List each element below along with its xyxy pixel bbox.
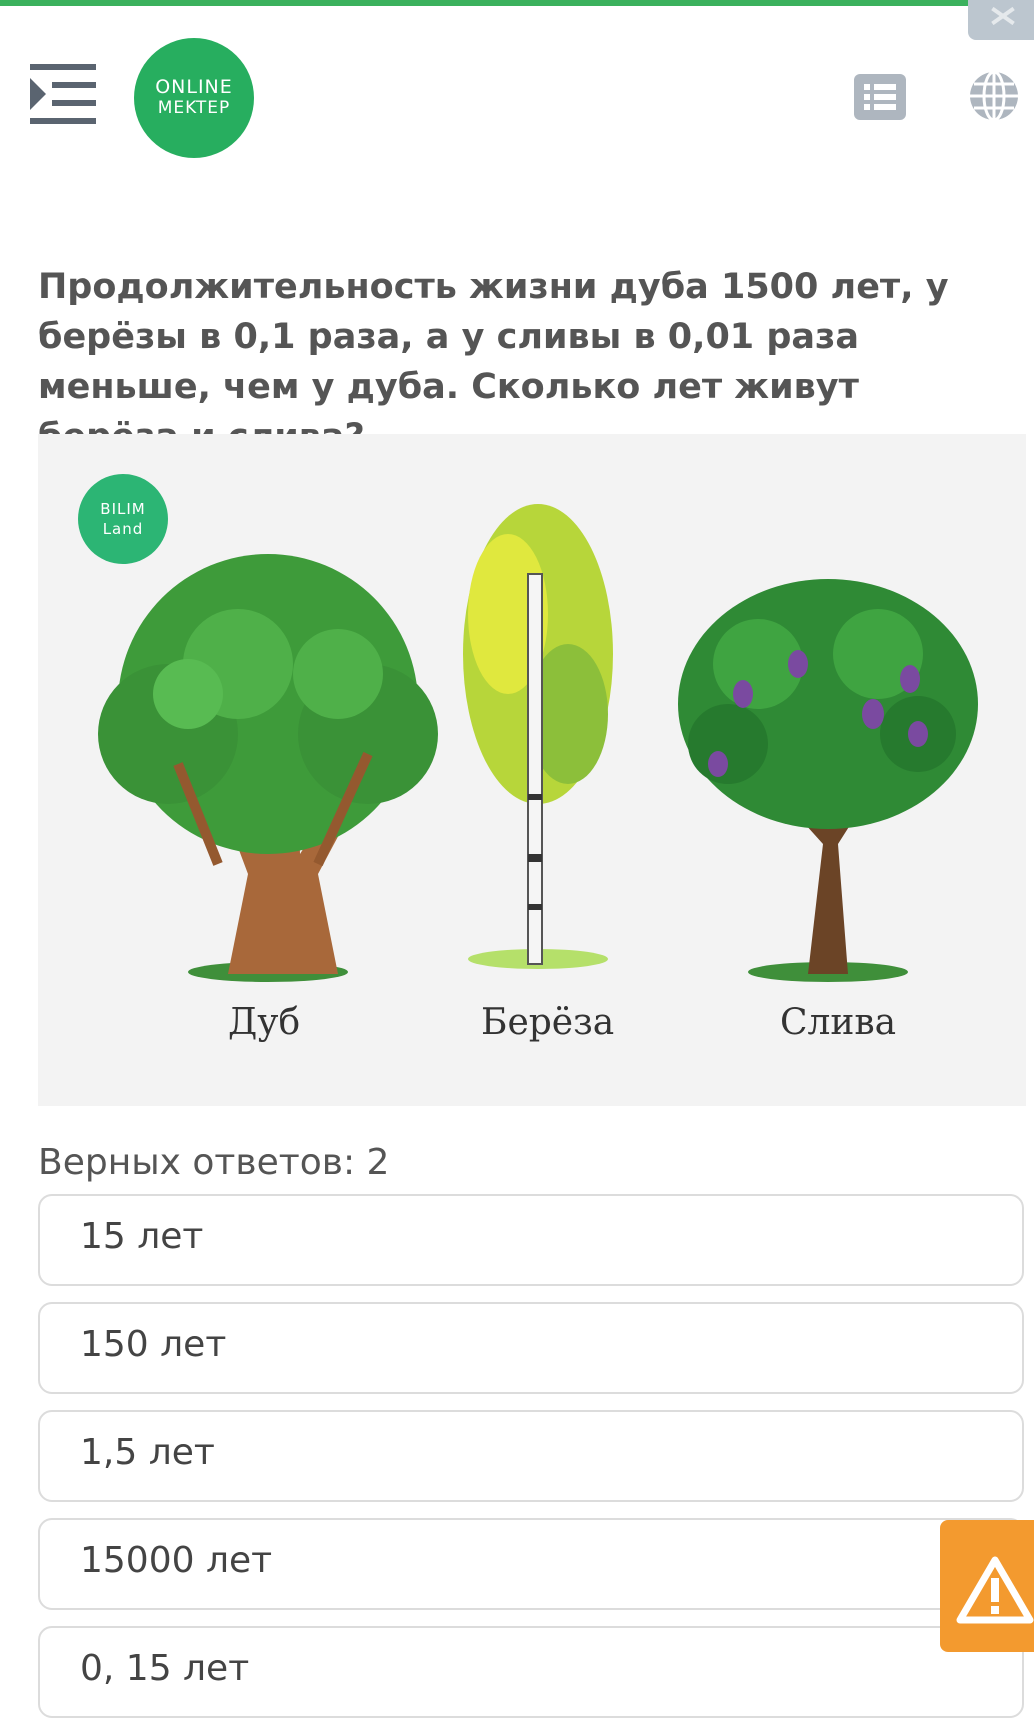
online-mektep-logo[interactable]: ONLINE MEKTEP [134,38,254,158]
answer-option-label: 150 лет [80,1324,227,1365]
trees-illustration: BILIM Land Дуб Берёза Слива [38,434,1026,1106]
answer-option[interactable]: 150 лет [38,1302,1024,1394]
answer-option-label: 15000 лет [80,1540,273,1581]
top-accent-bar [0,0,1034,6]
oak-tree-image [98,554,438,982]
tree-label-plum: Слива [780,1002,897,1043]
warning-icon [956,1556,1034,1624]
plum-tree-image [678,579,978,982]
question-text: Продолжительность жизни дуба 1500 лет, у… [38,267,949,457]
tree-label-oak: Дуб [228,1002,301,1043]
answer-option[interactable]: 15 лет [38,1194,1024,1286]
answer-option[interactable]: 15000 лет [38,1518,1024,1610]
logo-text-line1: ONLINE [155,76,233,98]
tree-label-birch: Берёза [481,1002,615,1043]
birch-tree-image [463,504,613,969]
report-problem-button[interactable] [940,1520,1034,1652]
menu-collapse-icon[interactable] [30,64,96,126]
list-icon[interactable] [854,74,906,120]
answer-option-label: 1,5 лет [80,1432,215,1473]
globe-icon[interactable] [968,70,1020,122]
logo-text-line2: MEKTEP [157,98,231,118]
answer-option-label: 15 лет [80,1216,204,1257]
close-icon[interactable] [968,0,1034,40]
correct-answers-count: Верных ответов: 2 [38,1142,390,1183]
answer-option-label: 0, 15 лет [80,1648,250,1689]
answer-option[interactable]: 1,5 лет [38,1410,1024,1502]
answer-option[interactable]: 0, 15 лет [38,1626,1024,1718]
